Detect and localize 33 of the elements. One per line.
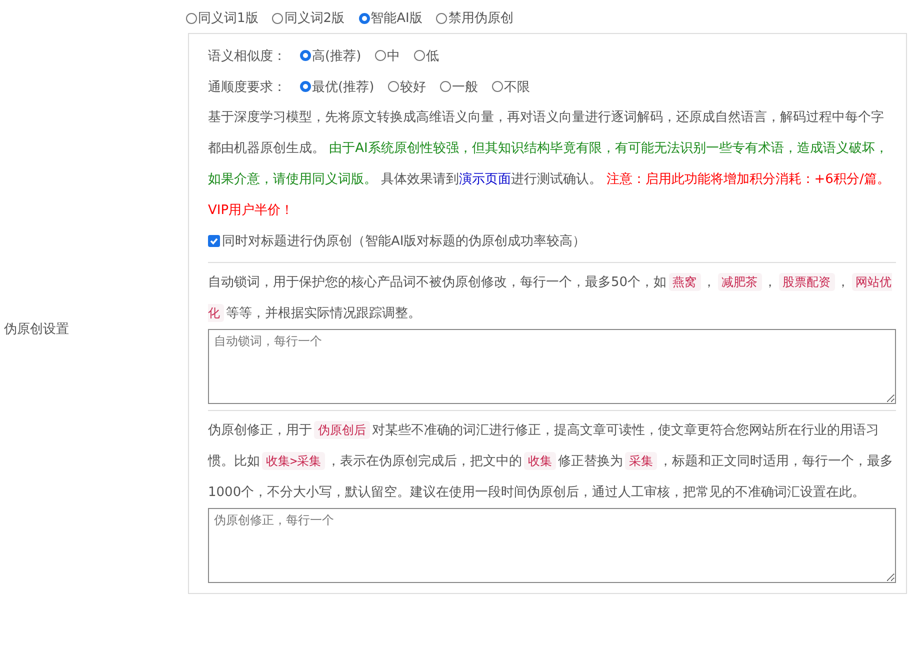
lock-words-field[interactable]: 自动锁词，每行一个	[208, 329, 896, 404]
fluency-option[interactable]: 一般	[440, 78, 478, 96]
radio-button[interactable]	[436, 12, 448, 24]
radio-button[interactable]	[300, 50, 311, 61]
fluency-option[interactable]: 不限	[492, 78, 530, 96]
ai-description: 基于深度学习模型，先将原文转换成高维语义向量，再对语义向量进行逐词解码，还原成自然语言，解码过程中每个字都由机器原创生成。 由于AI系统原创性较强，但其知识结构毕竟有限，有可能无法识别一些专有术语，造成语义破坏，如果介意，请使用同义词版。 具体效果请到演示页面进行测试确认。 注意：启用此功能将增加积分消耗：+6积分/篇。VIP用户半价！	[208, 109, 891, 220]
fluency-label: 通顺度要求：	[208, 78, 286, 96]
similarity-option[interactable]: 低	[414, 46, 440, 64]
demo-page-link[interactable]: 演示页面	[459, 172, 512, 187]
radio-button[interactable]	[492, 81, 504, 92]
mode-option[interactable]: 禁用伪原创	[436, 9, 514, 27]
mode-option[interactable]: 同义词2版	[272, 9, 345, 27]
fluency-option[interactable]: 较好	[388, 78, 426, 96]
radio-button[interactable]	[440, 81, 452, 92]
radio-button[interactable]	[375, 50, 386, 61]
radio-button[interactable]	[414, 50, 426, 61]
radio-button[interactable]	[186, 12, 197, 24]
corrections-field[interactable]: 伪原创修正，每行一个	[208, 508, 896, 583]
corrections-description: 伪原创修正，用于 伪原创后 对某些不准确的词汇进行修正，提高文章可读性，使文章更符合您网站所在行业的用语习惯。比如 收集>采集 ，表示在伪原创完成后，把文中的 收集 修正替换为 采集 ，标题和正文同时适用，每行一个，最多1000个，不分大小写，默认留空。建议在使用一段时间伪原创后，通过人工审核，把常见的不准确词汇设置在此。	[208, 420, 894, 502]
mode-option[interactable]: 智能AI版	[358, 9, 422, 27]
section-label: 伪原创设置	[4, 321, 69, 338]
similarity-option[interactable]: 高(推荐)	[300, 46, 362, 64]
mode-option[interactable]: 同义词1版	[186, 9, 258, 27]
similarity-label: 语义相似度：	[208, 48, 286, 64]
radio-button[interactable]	[358, 12, 370, 24]
lock-words-description: 自动锁词，用于保护您的核心产品词不被伪原创修改，每行一个，最多50个，如 燕窝 ， 减肥茶 ， 股票配资 ， 网站优化 等等，并根据实际情况跟踪调整。	[208, 272, 893, 324]
radio-button[interactable]	[272, 12, 284, 24]
radio-button[interactable]	[388, 81, 400, 92]
checkbox[interactable]	[208, 235, 220, 247]
similarity-option[interactable]: 中	[375, 46, 400, 64]
fluency-option[interactable]: 最优(推荐)	[300, 78, 374, 96]
radio-button[interactable]	[300, 81, 311, 92]
title-option[interactable]: 同时对标题进行伪原创（智能AI版对标题的伪原创成功率较高）	[208, 226, 586, 256]
